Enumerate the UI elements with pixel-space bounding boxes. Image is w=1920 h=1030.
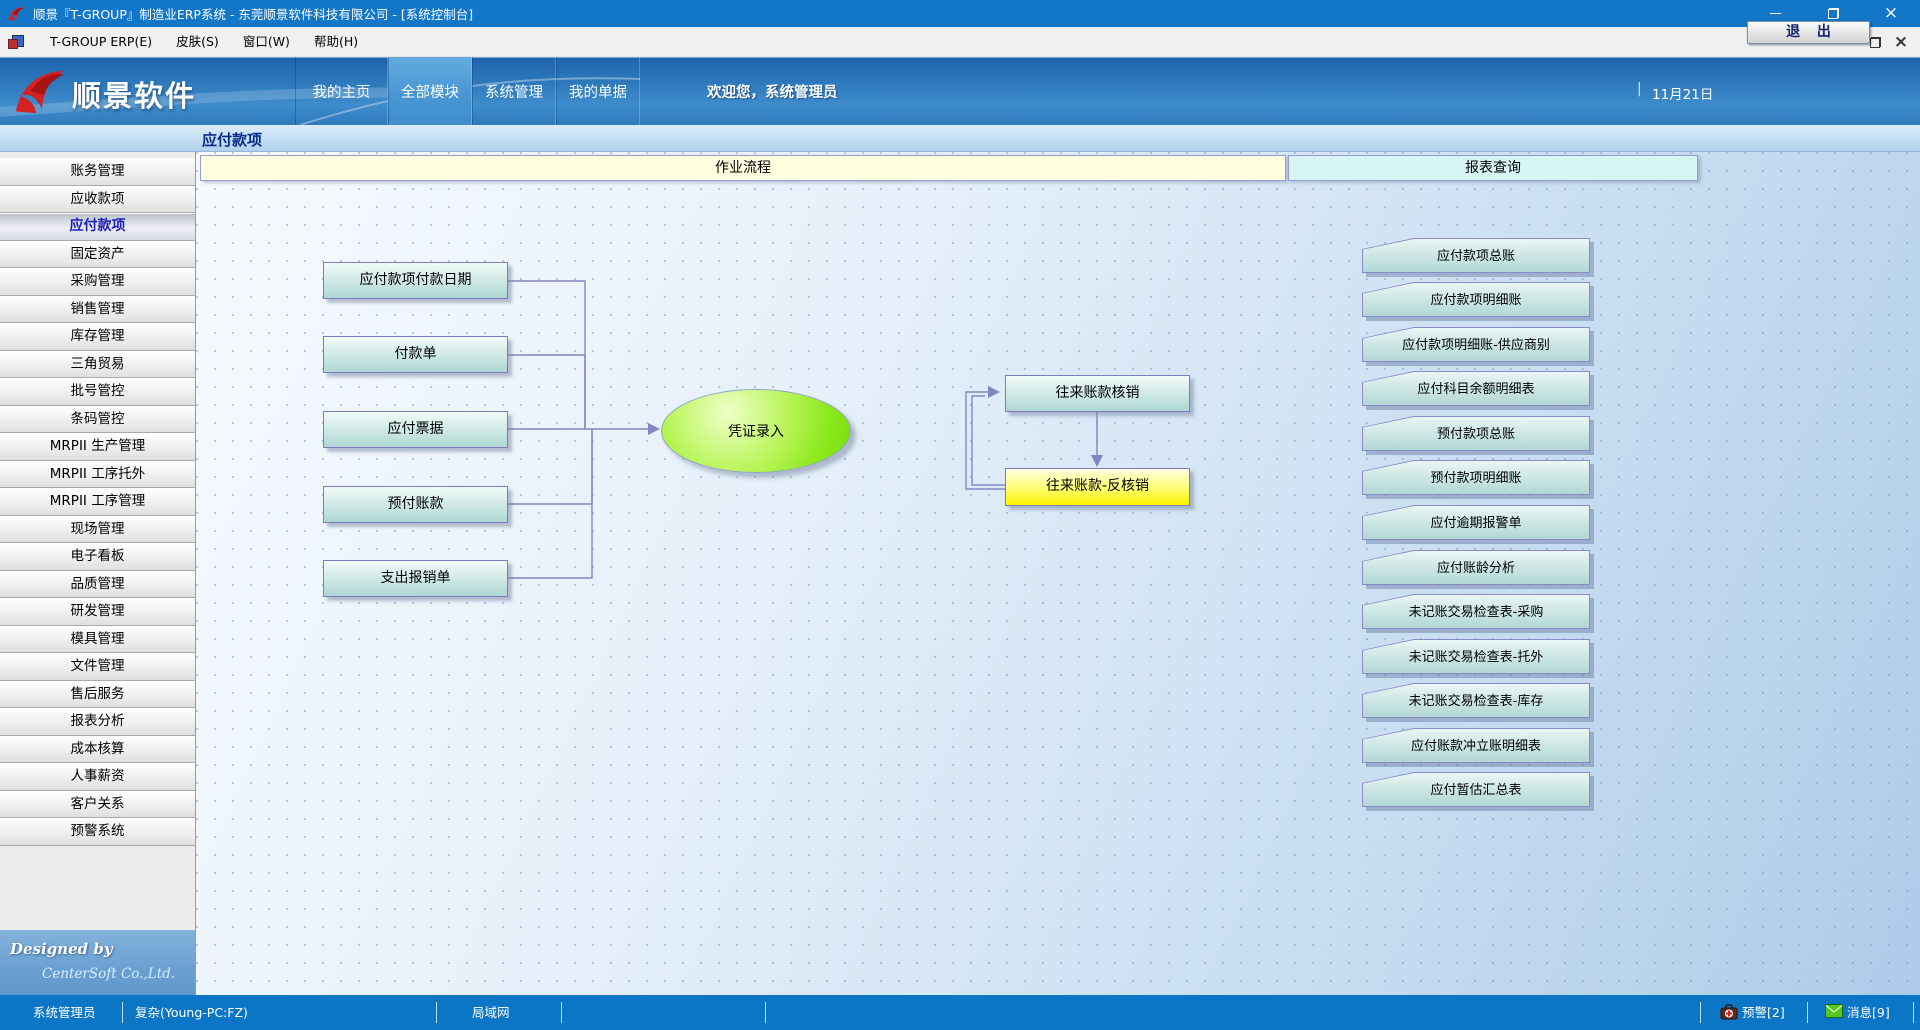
menu-help[interactable]: 帮助(H) [302,27,370,57]
sidebar-item-sales[interactable]: 销售管理 [0,296,195,324]
designed-by-text: Designed by [10,940,113,958]
status-separator [561,1002,562,1023]
sidebar-item-report-analysis[interactable]: 报表分析 [0,708,195,736]
menu-tgroup-erp[interactable]: T-GROUP ERP(E) [38,27,164,57]
module-sidebar: 账务管理 应收款项 应付款项 固定资产 采购管理 销售管理 库存管理 三角贸易 … [0,152,196,995]
menu-window[interactable]: 窗口(W) [231,27,302,57]
close-icon[interactable]: × [1862,0,1920,27]
sidebar-item-mrp2-process[interactable]: MRPII 工序管理 [0,488,195,516]
workflow-canvas: 作业流程 报表查询 应付款项付款日期 付款单 应付票据 预付账 [196,152,1920,995]
alert-icon [1720,1004,1738,1023]
report-button-unposted-check-purchase[interactable]: 未记账交易检查表-采购 [1362,594,1590,629]
status-separator [1700,1002,1701,1023]
sidebar-item-mold[interactable]: 模具管理 [0,626,195,654]
sidebar-item-accounting[interactable]: 账务管理 [0,158,195,186]
header-banner: 顺景软件 我的主页 全部模块 系统管理 我的单据 欢迎您，系统管理员 | 11月… [0,57,1920,125]
sidebar-item-alert-system[interactable]: 预警系统 [0,818,195,846]
status-messages[interactable]: 消息[9] [1847,995,1890,1030]
sidebar-item-barcode-control[interactable]: 条码管控 [0,406,195,434]
sidebar-item-triangle-trade[interactable]: 三角贸易 [0,351,195,379]
status-user: 系统管理员 [33,995,96,1030]
brand-logo-icon [12,65,68,121]
tab-all-modules[interactable]: 全部模块 [388,57,472,125]
status-separator [765,1002,766,1023]
window-titlebar: 顺景『T-GROUP』制造业ERP系统 - 东莞顺景软件科技有限公司 - [系统… [0,0,1920,27]
status-bar: 系统管理员 复杂(Young-PC:FZ) 局域网 预警[2] 消息[9] [0,995,1920,1030]
flow-node-notes-payable[interactable]: 应付票据 [323,411,508,448]
sidebar-item-mrp2-production[interactable]: MRPII 生产管理 [0,433,195,461]
report-button-ap-detail-ledger[interactable]: 应付款项明细账 [1362,282,1590,317]
sidebar-item-quality[interactable]: 品质管理 [0,571,195,599]
flow-node-payment-date[interactable]: 应付款项付款日期 [323,262,508,299]
message-icon [1825,1004,1843,1021]
flow-node-account-unverification[interactable]: 往来账款-反核销 [1005,468,1190,506]
sidebar-item-payables[interactable]: 应付款项 [0,213,195,241]
current-date: 11月21日 [1652,83,1713,103]
flow-node-expense-claim[interactable]: 支出报销单 [323,560,508,597]
report-button-ap-offset-detail[interactable]: 应付账款冲立账明细表 [1362,728,1590,763]
section-header-workflow: 作业流程 [200,155,1286,181]
status-separator [1913,1002,1914,1023]
brand-logo-text: 顺景软件 [72,73,196,115]
status-separator [436,1002,437,1023]
erp-application-window: 顺景『T-GROUP』制造业ERP系统 - 东莞顺景软件科技有限公司 - [系统… [0,0,1920,1030]
status-alerts[interactable]: 预警[2] [1742,995,1785,1030]
sidebar-item-rnd[interactable]: 研发管理 [0,598,195,626]
report-button-unposted-check-inventory[interactable]: 未记账交易检查表-库存 [1362,683,1590,718]
report-button-ap-general-ledger[interactable]: 应付款项总账 [1362,238,1590,273]
sidebar-item-kanban[interactable]: 电子看板 [0,543,195,571]
report-button-ap-estimate-summary[interactable]: 应付暂估汇总表 [1362,772,1590,807]
page-title: 应付款项 [202,129,262,150]
sidebar-item-mrp2-outsourcing[interactable]: MRPII 工序托外 [0,461,195,489]
menu-skin[interactable]: 皮肤(S) [164,27,231,57]
page-title-strip: 应付款项 [0,125,1920,152]
sidebar-item-shopfloor[interactable]: 现场管理 [0,516,195,544]
date-separator: | [1637,81,1642,97]
flow-node-account-verification[interactable]: 往来账款核销 [1005,375,1190,412]
sidebar-item-hr-payroll[interactable]: 人事薪资 [0,763,195,791]
sidebar-item-inventory[interactable]: 库存管理 [0,323,195,351]
status-separator [122,1002,123,1023]
mdi-close-icon[interactable]: × [1888,31,1914,53]
tab-my-home[interactable]: 我的主页 [295,57,388,125]
sidebar-item-purchasing[interactable]: 采购管理 [0,268,195,296]
sidebar-item-after-sales[interactable]: 售后服务 [0,681,195,709]
sidebar-item-crm[interactable]: 客户关系 [0,791,195,819]
flow-node-prepayment[interactable]: 预付账款 [323,486,508,523]
status-machine: 复杂(Young-PC:FZ) [135,995,248,1030]
sidebar-item-lot-control[interactable]: 批号管控 [0,378,195,406]
app-logo-icon [7,5,25,22]
flow-node-voucher-entry[interactable]: 凭证录入 [661,389,851,473]
status-separator [1807,1002,1808,1023]
sidebar-item-receivables[interactable]: 应收款项 [0,186,195,214]
sidebar-item-costing[interactable]: 成本核算 [0,736,195,764]
tab-my-documents[interactable]: 我的单据 [556,57,640,125]
window-title: 顺景『T-GROUP』制造业ERP系统 - 东莞顺景软件科技有限公司 - [系统… [33,4,473,23]
sidebar-item-fixed-assets[interactable]: 固定资产 [0,241,195,269]
report-button-unposted-check-outsourcing[interactable]: 未记账交易检查表-托外 [1362,639,1590,674]
report-button-prepay-detail-ledger[interactable]: 预付款项明细账 [1362,460,1590,495]
flow-node-payment-slip[interactable]: 付款单 [323,336,508,373]
designed-by-panel: Designed by CenterSoft Co.,Ltd. [0,930,195,995]
exit-button[interactable]: 退 出 [1747,21,1870,44]
section-header-reports: 报表查询 [1288,155,1698,181]
mdi-child-icon [8,35,24,49]
header-decorative-swoosh [0,57,1920,125]
report-button-prepay-general-ledger[interactable]: 预付款项总账 [1362,416,1590,451]
designer-company-text: CenterSoft Co.,Ltd. [42,966,175,982]
report-button-ap-overdue-alert[interactable]: 应付逾期报警单 [1362,505,1590,540]
tab-system-management[interactable]: 系统管理 [472,57,556,125]
report-button-ap-detail-by-supplier[interactable]: 应付款项明细账-供应商别 [1362,327,1590,362]
status-network: 局域网 [472,995,510,1030]
welcome-text: 欢迎您，系统管理员 [707,57,838,125]
report-button-ap-aging-analysis[interactable]: 应付账龄分析 [1362,550,1590,585]
menu-bar: T-GROUP ERP(E) 皮肤(S) 窗口(W) 帮助(H) × [0,27,1920,57]
report-button-ap-account-balance[interactable]: 应付科目余额明细表 [1362,371,1590,406]
sidebar-item-documents[interactable]: 文件管理 [0,653,195,681]
